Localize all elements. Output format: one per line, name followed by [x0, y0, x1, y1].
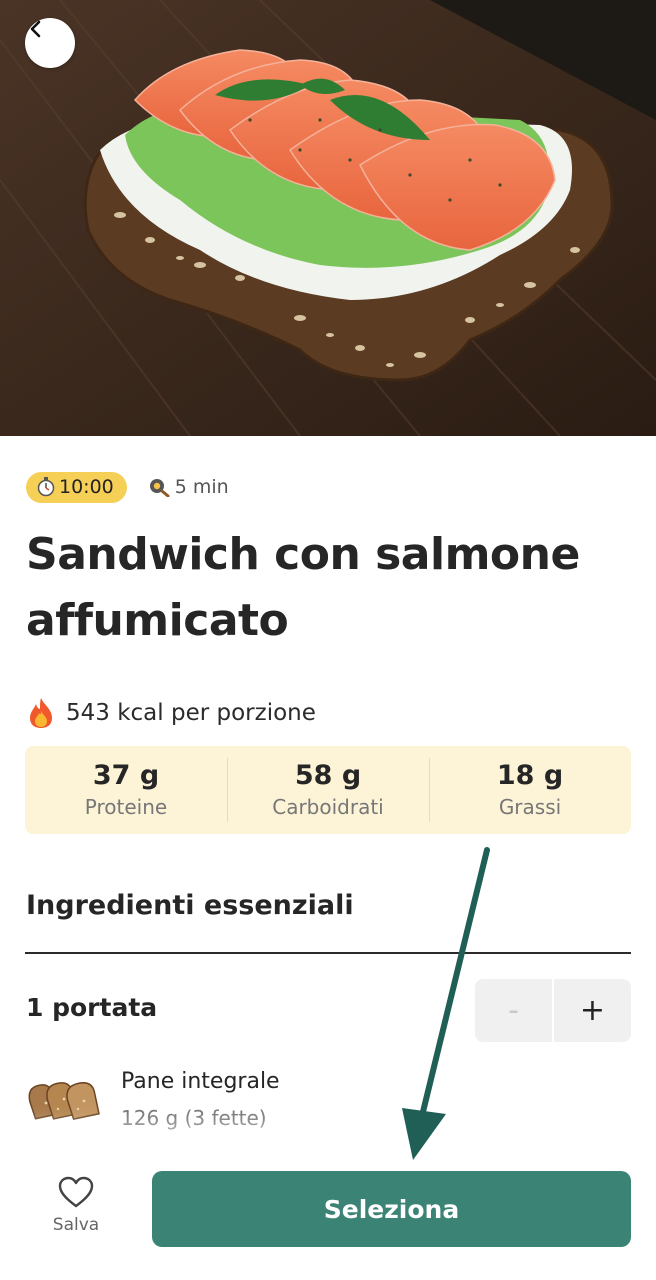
- bottom-action-bar: Salva Seleziona: [0, 1145, 656, 1280]
- servings-stepper: - +: [475, 979, 631, 1042]
- calories-row: 543 kcal per porzione: [26, 697, 316, 729]
- macro-value: 58 g: [294, 760, 362, 791]
- pan-icon: [148, 477, 170, 497]
- macro-label: Grassi: [498, 795, 562, 819]
- recipe-hero-image: [0, 0, 656, 436]
- save-button[interactable]: Salva: [40, 1175, 112, 1235]
- macro-label: Carboidrati: [272, 795, 384, 819]
- macro-carbs: 58 g Carboidrati: [227, 746, 429, 834]
- fire-icon: [26, 697, 56, 729]
- time-badge-label: 10:00: [59, 476, 114, 498]
- macro-label: Proteine: [84, 795, 168, 819]
- select-button[interactable]: Seleziona: [152, 1171, 631, 1247]
- servings-label: 1 portata: [26, 993, 158, 1022]
- ingredients-heading: Ingredienti essenziali: [26, 890, 354, 921]
- macro-value: 37 g: [92, 760, 160, 791]
- save-label: Salva: [52, 1215, 100, 1235]
- calories-label: 543 kcal per porzione: [66, 700, 316, 726]
- stopwatch-icon: [37, 477, 55, 497]
- macros-panel: 37 g Proteine 58 g Carboidrati 18 g Gras…: [25, 746, 631, 834]
- chevron-left-icon: [30, 20, 41, 38]
- macro-fat: 18 g Grassi: [429, 746, 631, 834]
- ingredient-item[interactable]: Pane integrale 126 g (3 fette): [26, 1063, 631, 1143]
- ingredient-quantity: 126 g (3 fette): [121, 1106, 267, 1130]
- section-divider: [25, 952, 631, 954]
- heart-icon: [58, 1176, 94, 1208]
- back-button[interactable]: [25, 18, 75, 68]
- macro-protein: 37 g Proteine: [25, 746, 227, 834]
- decrease-servings-button[interactable]: -: [475, 979, 552, 1042]
- prep-time: 5 min: [148, 476, 229, 498]
- recipe-title: Sandwich con salmone affumicato: [26, 529, 580, 646]
- sandwich-illustration: [0, 0, 656, 436]
- increase-servings-button[interactable]: +: [554, 979, 631, 1042]
- time-badge: 10:00: [26, 471, 127, 503]
- macro-value: 18 g: [496, 760, 564, 791]
- bread-slices-icon: [28, 1082, 100, 1121]
- ingredient-name: Pane integrale: [121, 1069, 280, 1094]
- prep-time-label: 5 min: [174, 476, 229, 498]
- recipe-meta-row: 10:00 5 min: [26, 471, 229, 503]
